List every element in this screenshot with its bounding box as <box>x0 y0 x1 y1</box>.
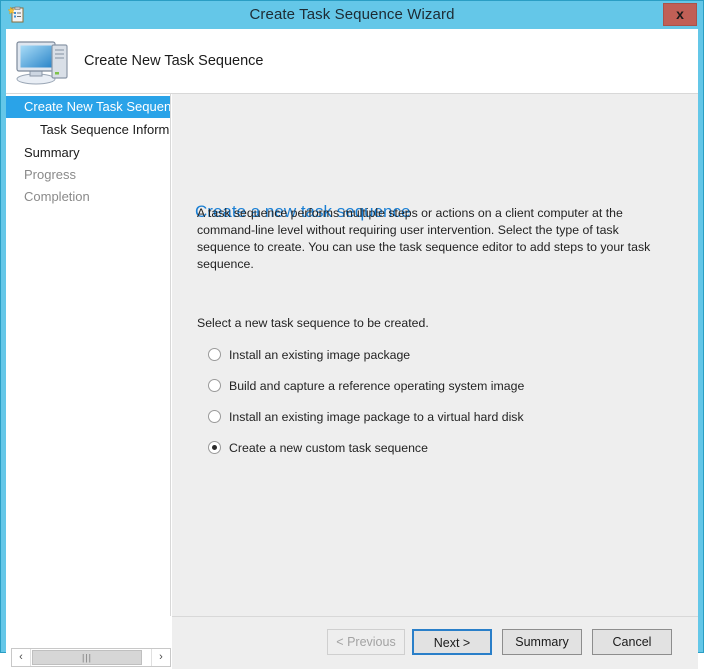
scroll-left-arrow-icon[interactable]: ‹ <box>12 649 31 666</box>
sidebar-item-completion[interactable]: Completion <box>6 186 170 208</box>
scrollbar-thumb[interactable]: ||| <box>32 650 142 665</box>
window-title: Create Task Sequence Wizard <box>249 6 455 23</box>
main-pane: Create a new task sequence A task sequen… <box>172 94 698 641</box>
wizard-banner: Create New Task Sequence <box>6 29 698 94</box>
radio-option-label: Install an existing image package to a v… <box>229 410 524 424</box>
client-area: Create New Task Sequence Create New Task… <box>6 29 698 669</box>
next-button[interactable]: Next > <box>412 629 492 655</box>
scroll-right-arrow-icon[interactable]: › <box>151 649 170 666</box>
radio-icon <box>208 410 221 423</box>
title-bar: Create Task Sequence Wizard x <box>1 1 703 29</box>
radio-icon <box>208 348 221 361</box>
radio-icon <box>208 379 221 392</box>
sidebar-horizontal-scrollbar: ‹ ||| › <box>6 616 172 669</box>
radio-option-label: Build and capture a reference operating … <box>229 379 525 393</box>
previous-button: < Previous <box>327 629 405 655</box>
wizard-steps-sidebar: Create New Task Sequence Task Sequence I… <box>6 94 171 641</box>
select-instruction-label: Select a new task sequence to be created… <box>197 316 429 330</box>
radio-icon-selected <box>208 441 221 454</box>
scrollbar-track[interactable]: ‹ ||| › <box>11 648 171 667</box>
sidebar-item-task-sequence-information[interactable]: Task Sequence Informati <box>6 119 170 141</box>
close-button[interactable]: x <box>663 3 697 26</box>
cancel-button[interactable]: Cancel <box>592 629 672 655</box>
wizard-window: Create Task Sequence Wizard x Create New… <box>0 0 704 669</box>
sidebar-item-create-new-task-sequence[interactable]: Create New Task Sequence <box>6 96 170 118</box>
sidebar-item-progress[interactable]: Progress <box>6 164 170 186</box>
summary-button[interactable]: Summary <box>502 629 582 655</box>
banner-title: Create New Task Sequence <box>84 53 264 69</box>
description-text: A task sequence performs multiple steps … <box>197 206 651 271</box>
scrollbar-grip-icon: ||| <box>81 652 93 662</box>
computer-icon <box>14 36 70 86</box>
radio-option-label: Create a new custom task sequence <box>229 441 428 455</box>
sidebar-item-summary[interactable]: Summary <box>6 142 170 164</box>
radio-option-label: Install an existing image package <box>229 348 411 362</box>
wizard-button-bar: < Previous Next > Summary Cancel <box>172 616 698 669</box>
